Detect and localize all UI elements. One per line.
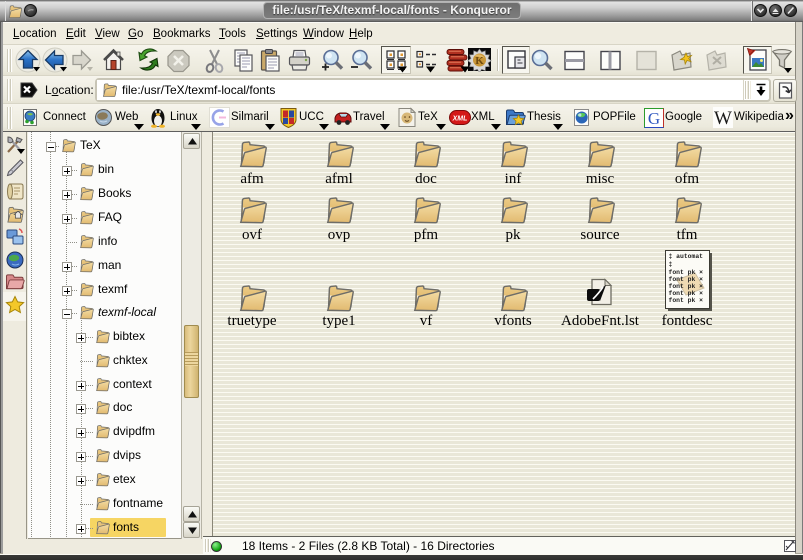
svg-text:XML: XML — [452, 116, 468, 123]
svg-text:K: K — [475, 55, 484, 67]
svg-text:font pk ×: font pk × — [669, 290, 704, 297]
svg-text:W: W — [714, 108, 732, 128]
svg-text:‡ automat: ‡ automat — [669, 253, 704, 260]
svg-text:font pk ×: font pk × — [669, 276, 704, 283]
svg-text:G: G — [648, 109, 660, 128]
svg-text:font pk ×: font pk × — [669, 283, 704, 290]
svg-text:font pk ×: font pk × — [669, 269, 704, 276]
svg-text:font pk ×: font pk × — [669, 297, 704, 304]
svg-text:‡: ‡ — [669, 261, 673, 268]
